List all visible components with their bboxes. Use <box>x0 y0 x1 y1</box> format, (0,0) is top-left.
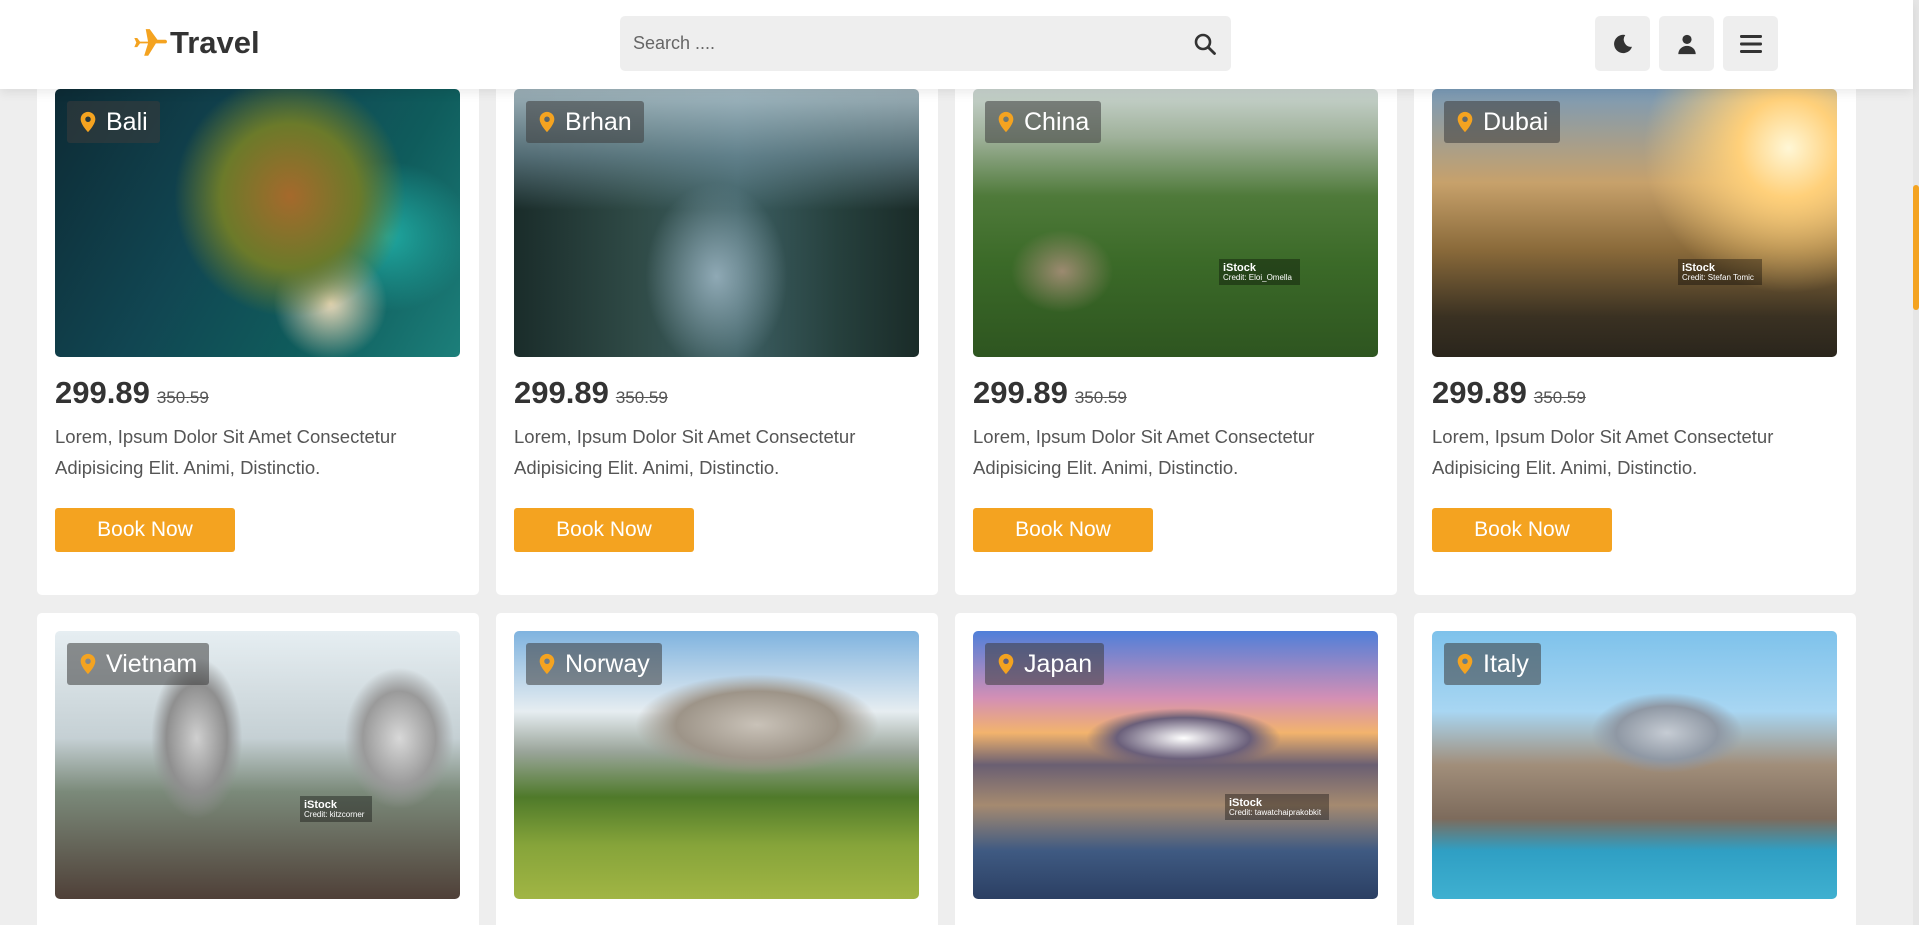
destination-card-china: China iStock Credit: Eloi_Omella 299.89 … <box>955 71 1397 595</box>
destination-image: Italy <box>1432 631 1837 899</box>
destination-image: Bali <box>55 89 460 357</box>
search-bar <box>620 16 1231 71</box>
old-price: 350.59 <box>1074 388 1127 407</box>
search-button[interactable] <box>1179 16 1231 71</box>
destination-image: Vietnam iStock Credit: kitzcorner <box>55 631 460 899</box>
location-tag: Vietnam <box>67 643 210 685</box>
book-now-button[interactable]: Book Now <box>514 508 694 552</box>
price-row: 299.89 350.59 <box>973 375 1379 411</box>
location-name: Bali <box>106 107 148 136</box>
image-credit: iStock Credit: tawatchaiprakobkit <box>1225 794 1330 820</box>
location-tag: Norway <box>526 643 662 685</box>
brand-name: Travel <box>170 24 260 60</box>
credit-author: Credit: Eloi_Omella <box>1223 273 1292 283</box>
image-credit: iStock Credit: Eloi_Omella <box>1219 259 1300 285</box>
price-row: 299.89 350.59 <box>1432 375 1838 411</box>
scrollbar-thumb[interactable] <box>1913 185 1919 310</box>
credit-author: Credit: Stefan Tomic <box>1682 273 1754 283</box>
price-row: 299.89 350.59 <box>514 375 920 411</box>
price: 299.89 <box>514 375 609 410</box>
destination-card-vietnam: Vietnam iStock Credit: kitzcorner <box>37 613 479 925</box>
image-credit: iStock Credit: Stefan Tomic <box>1678 259 1762 285</box>
location-name: Dubai <box>1483 107 1549 136</box>
image-credit: iStock Credit: kitzcorner <box>300 796 373 822</box>
location-tag: Dubai <box>1444 101 1561 143</box>
map-pin-icon <box>1457 653 1473 675</box>
location-name: China <box>1024 107 1090 136</box>
page-scrollbar[interactable] <box>1913 0 1919 925</box>
card-description: Lorem, Ipsum Dolor Sit Amet Consectetur … <box>514 426 856 478</box>
map-pin-icon <box>539 653 555 675</box>
location-tag: Italy <box>1444 643 1541 685</box>
destination-image: Dubai iStock Credit: Stefan Tomic <box>1432 89 1837 357</box>
location-name: Vietnam <box>106 649 198 678</box>
location-name: Norway <box>565 649 650 678</box>
moon-icon <box>1613 34 1632 53</box>
destination-image: Japan iStock Credit: tawatchaiprakobkit <box>973 631 1378 899</box>
location-name: Italy <box>1483 649 1529 678</box>
menu-button[interactable] <box>1723 16 1778 71</box>
map-pin-icon <box>1457 111 1473 133</box>
price: 299.89 <box>1432 375 1527 410</box>
old-price: 350.59 <box>156 388 209 407</box>
destination-image: Brhan <box>514 89 919 357</box>
search-icon <box>1194 33 1216 55</box>
location-name: Japan <box>1024 649 1093 678</box>
price: 299.89 <box>55 375 150 410</box>
credit-author: Credit: kitzcorner <box>304 810 365 820</box>
destination-card-brhan: Brhan 299.89 350.59 Lorem, Ipsum Dolor S… <box>496 71 938 595</box>
map-pin-icon <box>539 111 555 133</box>
destination-image: China iStock Credit: Eloi_Omella <box>973 89 1378 357</box>
card-description: Lorem, Ipsum Dolor Sit Amet Consectetur … <box>973 426 1315 478</box>
user-account-button[interactable] <box>1659 16 1714 71</box>
destination-card-bali: Bali 299.89 350.59 Lorem, Ipsum Dolor Si… <box>37 71 479 595</box>
location-tag: Japan <box>985 643 1105 685</box>
price-row: 299.89 350.59 <box>55 375 461 411</box>
destination-image: Norway <box>514 631 919 899</box>
destination-card-japan: Japan iStock Credit: tawatchaiprakobkit <box>955 613 1397 925</box>
theme-toggle-button[interactable] <box>1595 16 1650 71</box>
plane-icon <box>134 29 167 56</box>
map-pin-icon <box>998 111 1014 133</box>
old-price: 350.59 <box>1533 388 1586 407</box>
destination-card-norway: Norway <box>496 613 938 925</box>
brand-logo[interactable]: Travel <box>132 24 260 61</box>
book-now-button[interactable]: Book Now <box>973 508 1153 552</box>
hamburger-menu-icon <box>1739 34 1762 53</box>
price: 299.89 <box>973 375 1068 410</box>
location-tag: Brhan <box>526 101 644 143</box>
destination-card-dubai: Dubai iStock Credit: Stefan Tomic 299.89… <box>1414 71 1856 595</box>
card-description: Lorem, Ipsum Dolor Sit Amet Consectetur … <box>55 426 397 478</box>
map-pin-icon <box>80 111 96 133</box>
location-tag: China <box>985 101 1102 143</box>
map-pin-icon <box>80 653 96 675</box>
card-description: Lorem, Ipsum Dolor Sit Amet Consectetur … <box>1432 426 1774 478</box>
location-name: Brhan <box>565 107 632 136</box>
search-input[interactable] <box>620 16 1179 71</box>
location-tag: Bali <box>67 101 160 143</box>
map-pin-icon <box>998 653 1014 675</box>
old-price: 350.59 <box>615 388 668 407</box>
book-now-button[interactable]: Book Now <box>1432 508 1612 552</box>
credit-author: Credit: tawatchaiprakobkit <box>1229 808 1322 818</box>
destination-card-italy: Italy <box>1414 613 1856 925</box>
book-now-button[interactable]: Book Now <box>55 508 235 552</box>
site-header: Travel <box>0 0 1913 89</box>
user-icon <box>1677 34 1696 54</box>
